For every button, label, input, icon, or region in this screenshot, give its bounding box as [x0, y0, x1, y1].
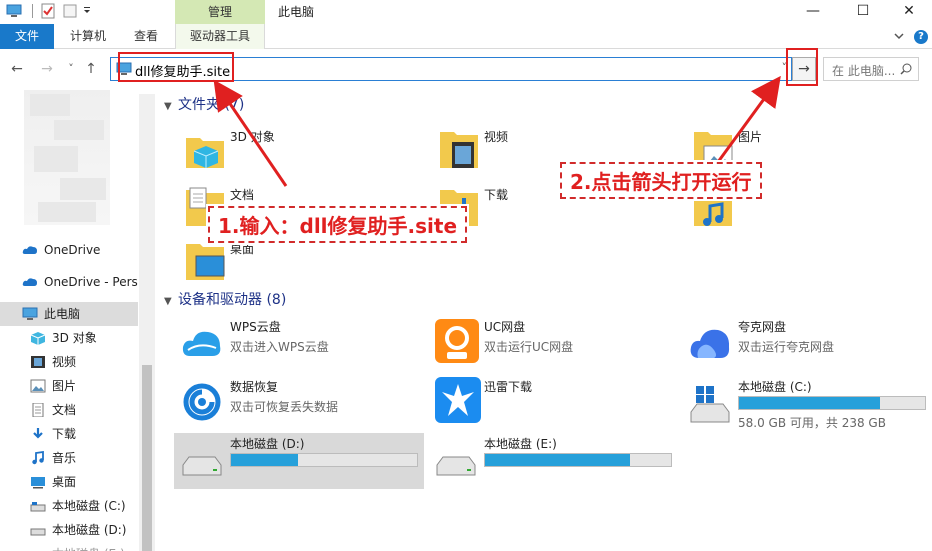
device-drive-d[interactable]: 本地磁盘 (D:) [174, 433, 424, 489]
address-highlight [118, 52, 234, 82]
sidebar-item-drive-c[interactable]: 本地磁盘 (C:) [0, 494, 138, 518]
drive-icon [30, 502, 46, 512]
minimize-button[interactable]: — [790, 0, 836, 24]
sidebar-item-onedrive-personal[interactable]: OneDrive - Perso [0, 270, 138, 294]
sidebar-item-downloads[interactable]: 下载 [0, 422, 138, 446]
sidebar-item-onedrive[interactable]: OneDrive [0, 238, 138, 262]
drive-e-icon [436, 456, 476, 476]
devices-section-header[interactable]: ▼ 设备和驱动器 (8) [164, 289, 286, 311]
computer-icon[interactable] [6, 3, 22, 19]
device-quark-cloud[interactable]: 夸克网盘 双击运行夸克网盘 [682, 316, 932, 372]
drive-usage-bar [484, 453, 672, 467]
search-box[interactable]: 在 此电脑... [823, 57, 919, 81]
device-uc-drive[interactable]: UC网盘 双击运行UC网盘 [428, 316, 678, 372]
video-icon [31, 356, 45, 368]
tab-drive-tools[interactable]: 驱动器工具 [175, 24, 265, 49]
cloud-icon [22, 246, 37, 254]
cloud-icon [22, 278, 37, 286]
sidebar-item-documents[interactable]: 文档 [0, 398, 138, 422]
go-button-highlight [786, 48, 818, 86]
annotation-step-1: 1.输入：dll修复助手.site [208, 206, 468, 243]
new-folder-icon[interactable] [62, 3, 78, 19]
sidebar-scrollbar-thumb[interactable] [142, 365, 152, 551]
chevron-down-icon[interactable] [892, 29, 906, 43]
device-data-recovery[interactable]: 数据恢复 双击可恢复丢失数据 [174, 376, 424, 432]
cube-icon [30, 332, 46, 345]
window-title: 此电脑 [278, 5, 315, 19]
contextual-tab-header: 管理 [175, 0, 265, 24]
tab-view[interactable]: 查看 [122, 24, 170, 49]
device-drive-e[interactable]: 本地磁盘 (E:) [428, 433, 678, 489]
chevron-down-icon: ▼ [164, 296, 172, 307]
sidebar-item-3d-objects[interactable]: 3D 对象 [0, 326, 138, 350]
drive-usage-bar [230, 453, 418, 467]
sidebar-item-pictures[interactable]: 图片 [0, 374, 138, 398]
desktop-icon [31, 477, 45, 489]
search-input[interactable]: 在 此电脑... [832, 62, 895, 79]
up-button[interactable]: ↑ [82, 60, 100, 78]
drive-c-icon [690, 386, 730, 423]
picture-icon [30, 379, 46, 393]
sidebar-item-music[interactable]: 音乐 [0, 446, 138, 470]
cube-folder-icon [186, 138, 224, 168]
uc-drive-icon [435, 319, 479, 363]
quark-cloud-icon [690, 329, 730, 358]
sidebar-item-this-pc[interactable]: 此电脑 [0, 302, 138, 326]
sidebar-item-drive-d[interactable]: 本地磁盘 (D:) [0, 518, 138, 542]
tab-file[interactable]: 文件 [0, 24, 54, 49]
document-icon [32, 403, 44, 417]
drive-usage-bar [738, 396, 926, 410]
folder-desktop[interactable]: 桌面 [184, 240, 404, 290]
ribbon-tabs: 文件 计算机 查看 驱动器工具 ? [0, 24, 932, 49]
customize-toolbar-icon[interactable] [82, 3, 92, 19]
separator [32, 4, 33, 18]
wps-cloud-icon [182, 331, 221, 356]
drive-usage-fill [231, 454, 298, 466]
drive-icon [30, 528, 46, 536]
properties-icon[interactable] [40, 3, 56, 19]
search-icon [900, 63, 912, 75]
music-icon [32, 451, 44, 465]
close-button[interactable]: ✕ [886, 0, 932, 24]
tab-computer[interactable]: 计算机 [60, 24, 116, 49]
folders-section-header[interactable]: ▼ 文件夹 (7) [164, 94, 244, 116]
drive-usage-fill [485, 454, 631, 466]
maximize-button[interactable]: ☐ [840, 0, 886, 24]
annotation-step-2: 2.点击箭头打开运行 [560, 162, 762, 199]
sidebar-item-videos[interactable]: 视频 [0, 350, 138, 374]
device-drive-c[interactable]: 本地磁盘 (C:) 58.0 GB 可用，共 238 GB [682, 376, 932, 432]
sidebar-item-desktop[interactable]: 桌面 [0, 470, 138, 494]
forward-button[interactable]: → [38, 60, 56, 78]
recent-locations-button[interactable]: ˅ [62, 60, 80, 78]
title-bar: 管理 此电脑 — ☐ ✕ [0, 0, 932, 24]
folder-3d-objects[interactable]: 3D 对象 [184, 128, 404, 178]
desktop-folder-icon [186, 244, 225, 280]
computer-icon [22, 307, 38, 320]
sidebar-item-drive-e[interactable]: 本地磁盘 (E:) [0, 542, 138, 551]
chevron-down-icon: ▼ [164, 101, 172, 112]
content-pane: ▼文件夹 (7) 3D 对象 视频 图片 文档 下载 音乐 [160, 90, 932, 551]
xunlei-icon [435, 377, 481, 423]
device-xunlei[interactable]: 迅雷下载 [428, 376, 678, 432]
device-wps-cloud[interactable]: WPS云盘 双击进入WPS云盘 [174, 316, 424, 372]
help-icon[interactable]: ? [914, 30, 928, 44]
drive-usage-fill [739, 397, 881, 409]
download-icon [33, 428, 43, 439]
data-recovery-icon [183, 383, 221, 421]
blurred-region [24, 90, 110, 225]
navigation-pane: OneDrive OneDrive - Perso 此电脑 3D 对象 视频 图… [0, 90, 155, 551]
back-button[interactable]: ← [8, 60, 26, 78]
drive-d-icon [182, 456, 222, 476]
video-folder-icon [440, 132, 478, 168]
